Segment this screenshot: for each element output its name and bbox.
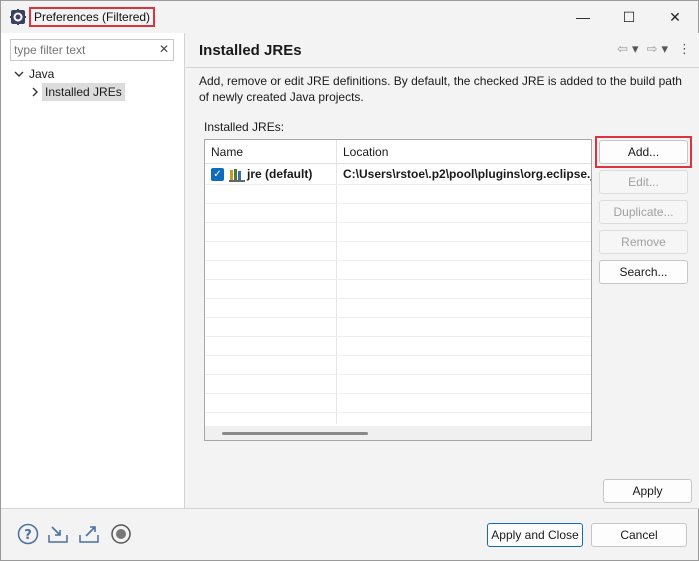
header-divider — [186, 67, 699, 68]
help-icon[interactable]: ? — [17, 523, 39, 545]
row-divider — [205, 184, 591, 185]
duplicate-jre-button[interactable]: Duplicate... — [599, 200, 688, 224]
row-divider — [205, 412, 591, 413]
installed-jres-label: Installed JREs: — [204, 120, 285, 134]
tree-item-installed-jres[interactable]: Installed JREs — [29, 83, 189, 101]
filter-input[interactable] — [14, 42, 154, 58]
preferences-tree-pane: ✕ Java Installed JREs — [1, 33, 185, 508]
edit-jre-button[interactable]: Edit... — [599, 170, 688, 194]
column-header-name[interactable]: Name — [205, 140, 337, 164]
row-divider — [205, 260, 591, 261]
back-menu-chevron-icon[interactable]: ▾ — [632, 41, 639, 57]
page-navigation: ⇦ ▾ ⇨ ▾ ⋮ — [617, 41, 691, 57]
installed-jres-table[interactable]: Name Location ✓ jre (default) C:\Users\r… — [204, 139, 592, 441]
import-preferences-icon[interactable] — [47, 523, 69, 545]
jre-library-icon — [229, 169, 245, 182]
row-divider — [205, 241, 591, 242]
minimize-button[interactable]: — — [560, 1, 606, 33]
eclipse-app-icon — [10, 9, 26, 25]
back-arrow-icon[interactable]: ⇦ — [617, 41, 628, 57]
title-bar: Preferences (Filtered) — ☐ ✕ — [1, 1, 698, 33]
tree-item-label: Installed JREs — [42, 83, 125, 101]
row-divider — [205, 298, 591, 299]
jre-location: C:\Users\rstoe\.p2\pool\plugins\org.ecli… — [343, 167, 592, 181]
scrollbar-thumb[interactable] — [222, 432, 368, 435]
page-description: Add, remove or edit JRE definitions. By … — [199, 74, 682, 104]
column-header-location[interactable]: Location — [337, 140, 591, 164]
cancel-button[interactable]: Cancel — [591, 523, 687, 547]
clear-filter-icon[interactable]: ✕ — [159, 42, 169, 56]
row-divider — [205, 355, 591, 356]
default-jre-checkbox[interactable]: ✓ — [211, 168, 224, 181]
jre-name: jre (default) — [247, 167, 313, 181]
footer-divider — [1, 508, 699, 509]
chevron-right-icon[interactable] — [29, 83, 41, 101]
filter-field[interactable]: ✕ — [10, 39, 174, 61]
apply-button[interactable]: Apply — [603, 479, 692, 503]
row-divider — [205, 203, 591, 204]
add-jre-button[interactable]: Add... — [599, 140, 688, 164]
row-divider — [205, 336, 591, 337]
preferences-window: Preferences (Filtered) — ☐ ✕ ✕ Java Inst… — [0, 0, 699, 561]
table-header: Name Location — [205, 140, 591, 164]
row-divider — [205, 279, 591, 280]
search-jre-button[interactable]: Search... — [599, 260, 688, 284]
remove-jre-button[interactable]: Remove — [599, 230, 688, 254]
svg-text:?: ? — [24, 528, 32, 543]
row-divider — [205, 222, 591, 223]
record-icon[interactable] — [110, 523, 132, 545]
forward-menu-chevron-icon[interactable]: ▾ — [661, 41, 668, 57]
row-divider — [205, 393, 591, 394]
horizontal-scrollbar[interactable] — [205, 426, 591, 440]
forward-arrow-icon[interactable]: ⇨ — [647, 41, 658, 57]
page-title: Installed JREs — [199, 42, 302, 59]
maximize-button[interactable]: ☐ — [606, 1, 652, 33]
preference-page: Installed JREs ⇦ ▾ ⇨ ▾ ⋮ Add, remove or … — [186, 33, 699, 508]
tree-item-label: Java — [29, 67, 55, 81]
row-divider — [205, 317, 591, 318]
window-title: Preferences (Filtered) — [29, 7, 156, 27]
export-preferences-icon[interactable] — [78, 523, 100, 545]
row-divider — [205, 374, 591, 375]
more-options-icon[interactable]: ⋮ — [678, 41, 691, 57]
close-button[interactable]: ✕ — [652, 1, 698, 33]
table-row[interactable]: ✓ jre (default) C:\Users\rstoe\.p2\pool\… — [205, 165, 591, 184]
apply-and-close-button[interactable]: Apply and Close — [487, 523, 583, 547]
chevron-down-icon[interactable] — [13, 65, 25, 83]
